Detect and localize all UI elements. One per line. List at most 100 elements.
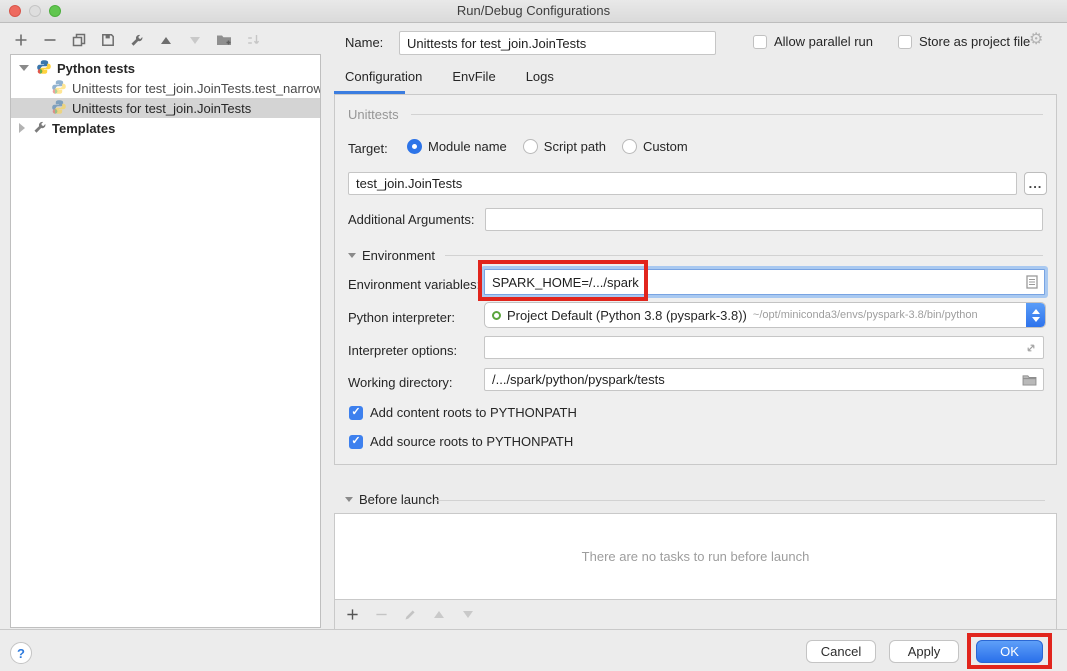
move-down-icon[interactable] — [187, 32, 203, 48]
store-as-project-file-label: Store as project file — [919, 34, 1030, 49]
tab-envfile[interactable]: EnvFile — [452, 69, 495, 84]
run-debug-configurations-dialog: Run/Debug Configurations Python test — [0, 0, 1067, 671]
add-icon[interactable] — [13, 32, 29, 48]
python-interpreter-select[interactable]: Project Default (Python 3.8 (pyspark-3.8… — [484, 302, 1046, 328]
radio-icon[interactable] — [622, 139, 637, 154]
radio-label: Script path — [544, 139, 606, 154]
name-label: Name: — [345, 35, 383, 50]
tree-item-unittests-test-narrow[interactable]: Unittests for test_join.JoinTests.test_n… — [11, 78, 320, 98]
environment-variables-input[interactable]: SPARK_HOME=/.../spark — [484, 269, 1045, 295]
interpreter-options-label: Interpreter options: — [348, 343, 457, 358]
edit-task-icon[interactable] — [402, 607, 418, 623]
additional-arguments-label: Additional Arguments: — [348, 212, 474, 227]
edit-variables-icon[interactable] — [1026, 275, 1038, 289]
working-directory-input[interactable]: /.../spark/python/pyspark/tests — [484, 368, 1044, 391]
interpreter-options-input[interactable] — [484, 336, 1044, 359]
cancel-button[interactable]: Cancel — [806, 640, 876, 663]
radio-icon[interactable] — [523, 139, 538, 154]
module-name-value: test_join.JoinTests — [356, 176, 462, 191]
cancel-label: Cancel — [821, 644, 861, 659]
tab-configuration[interactable]: Configuration — [345, 69, 422, 84]
allow-parallel-run-label: Allow parallel run — [774, 34, 873, 49]
name-input[interactable]: Unittests for test_join.JoinTests — [399, 31, 716, 55]
collapse-triangle-icon[interactable] — [345, 497, 353, 502]
environment-section-title: Environment — [362, 248, 435, 263]
checkbox-icon[interactable] — [753, 35, 767, 49]
copy-icon[interactable] — [71, 32, 87, 48]
checkbox-checked-icon[interactable] — [349, 435, 363, 449]
add-source-roots-checkbox[interactable]: Add source roots to PYTHONPATH — [349, 434, 573, 449]
python-test-icon — [51, 99, 67, 118]
folder-icon[interactable] — [1022, 374, 1037, 386]
radio-custom[interactable]: Custom — [622, 139, 688, 154]
chevron-right-icon[interactable] — [19, 123, 25, 133]
target-label: Target: — [348, 141, 388, 156]
expand-field-icon[interactable] — [1025, 342, 1037, 354]
run-config-tree: Python tests Unittests for test_join.Joi… — [10, 54, 321, 628]
tree-item-python-tests[interactable]: Python tests — [11, 58, 320, 78]
new-folder-icon[interactable] — [216, 32, 232, 48]
tree-item-unittests-jointests-selected[interactable]: Unittests for test_join.JoinTests — [11, 98, 320, 118]
sort-alphabetically-icon[interactable] — [245, 32, 261, 48]
title-bar[interactable]: Run/Debug Configurations — [0, 0, 1067, 23]
move-task-down-icon[interactable] — [460, 607, 476, 623]
conda-environment-icon — [492, 311, 501, 320]
allow-parallel-run-checkbox[interactable]: Allow parallel run — [753, 34, 873, 49]
python-interpreter-path: ~/opt/miniconda3/envs/pyspark-3.8/bin/py… — [753, 309, 978, 321]
checkbox-checked-icon[interactable] — [349, 406, 363, 420]
chevron-down-icon[interactable] — [19, 65, 29, 71]
collapse-triangle-icon[interactable] — [348, 253, 356, 258]
remove-task-icon[interactable] — [373, 607, 389, 623]
gear-icon[interactable] — [1029, 32, 1043, 48]
section-divider — [445, 255, 1043, 256]
add-content-roots-checkbox[interactable]: Add content roots to PYTHONPATH — [349, 405, 577, 420]
browse-button[interactable]: ... — [1024, 172, 1047, 195]
browse-label: ... — [1029, 176, 1043, 191]
unittests-section-title: Unittests — [348, 107, 399, 122]
tab-logs[interactable]: Logs — [526, 69, 554, 84]
radio-script-path[interactable]: Script path — [523, 139, 606, 154]
store-as-project-file-checkbox[interactable]: Store as project file — [898, 34, 1030, 49]
move-task-up-icon[interactable] — [431, 607, 447, 623]
footer-divider — [0, 629, 1067, 630]
configuration-panel: Unittests Target: Module name Script pat… — [334, 94, 1057, 465]
section-divider — [411, 114, 1043, 115]
apply-button[interactable]: Apply — [889, 640, 959, 663]
apply-label: Apply — [908, 644, 941, 659]
before-launch-empty-text: There are no tasks to run before launch — [582, 549, 810, 564]
minimize-window-icon — [29, 5, 41, 17]
wrench-icon — [33, 120, 47, 137]
checkbox-icon[interactable] — [898, 35, 912, 49]
environment-section-header[interactable]: Environment — [348, 248, 435, 263]
target-radio-group: Module name Script path Custom — [407, 139, 688, 154]
section-divider — [434, 500, 1045, 501]
help-button[interactable]: ? — [10, 642, 32, 664]
radio-module-name[interactable]: Module name — [407, 139, 507, 154]
tree-item-templates[interactable]: Templates — [11, 118, 320, 138]
python-interpreter-label: Python interpreter: — [348, 310, 455, 325]
zoom-window-icon[interactable] — [49, 5, 61, 17]
radio-selected-icon[interactable] — [407, 139, 422, 154]
module-name-input[interactable]: test_join.JoinTests — [348, 172, 1017, 195]
working-directory-label: Working directory: — [348, 375, 453, 390]
save-icon[interactable] — [100, 32, 116, 48]
edit-templates-wrench-icon[interactable] — [129, 32, 145, 48]
help-label: ? — [17, 646, 25, 661]
before-launch-task-list[interactable]: There are no tasks to run before launch — [334, 513, 1057, 600]
tree-item-label: Templates — [52, 121, 115, 136]
working-directory-value: /.../spark/python/pyspark/tests — [492, 372, 665, 387]
remove-icon[interactable] — [42, 32, 58, 48]
select-stepper-icon[interactable] — [1026, 303, 1045, 327]
radio-label: Module name — [428, 139, 507, 154]
ok-button[interactable]: OK — [976, 640, 1043, 663]
tree-item-label: Unittests for test_join.JoinTests.test_n… — [72, 81, 320, 96]
before-launch-section-header[interactable]: Before launch — [345, 492, 439, 507]
before-launch-toolbar — [334, 600, 1057, 629]
tab-bar: Configuration EnvFile Logs — [345, 69, 554, 84]
add-task-icon[interactable] — [344, 607, 360, 623]
name-value: Unittests for test_join.JoinTests — [407, 36, 586, 51]
move-up-icon[interactable] — [158, 32, 174, 48]
additional-arguments-input[interactable] — [485, 208, 1043, 231]
close-window-icon[interactable] — [9, 5, 21, 17]
add-source-roots-label: Add source roots to PYTHONPATH — [370, 434, 573, 449]
